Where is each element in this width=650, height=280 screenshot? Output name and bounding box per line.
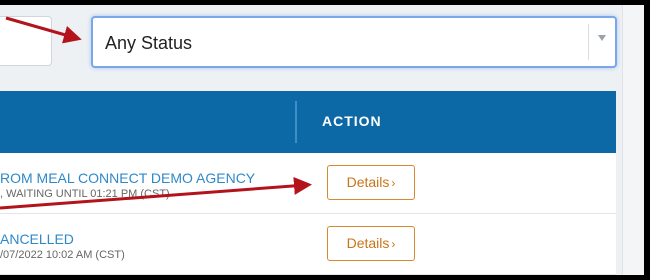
details-button-label: Details [346,174,390,190]
chevron-right-icon: › [391,176,396,190]
chevron-right-icon: › [391,237,396,251]
table-header: ACTION [0,91,616,153]
row-title-link[interactable]: ANCELLED [0,231,74,247]
status-filter-select[interactable]: Any Status [91,16,617,68]
orders-table: ACTION ROM MEAL CONNECT DEMO AGENCY , WA… [0,91,616,275]
details-button[interactable]: Details › [327,165,415,200]
screenshot-frame: Any Status ACTION ROM MEAL CONNECT DEMO … [0,5,644,275]
column-divider [295,101,297,143]
action-column-header: ACTION [322,113,382,129]
search-input[interactable] [0,16,52,66]
row-title-link[interactable]: ROM MEAL CONNECT DEMO AGENCY [0,170,255,186]
select-separator [588,24,589,60]
row-subtitle: , WAITING UNTIL 01:21 PM (CST) [0,188,170,200]
status-filter-value: Any Status [105,33,193,53]
details-button-label: Details [346,235,390,251]
details-button[interactable]: Details › [327,226,415,261]
page-content: Any Status ACTION ROM MEAL CONNECT DEMO … [0,5,622,275]
row-subtitle: /07/2022 10:02 AM (CST) [0,249,125,261]
table-row: ROM MEAL CONNECT DEMO AGENCY , WAITING U… [0,153,616,214]
table-row: ANCELLED /07/2022 10:02 AM (CST) Details… [0,214,616,275]
scrollbar-track[interactable] [622,5,644,275]
chevron-down-icon[interactable] [598,35,606,41]
